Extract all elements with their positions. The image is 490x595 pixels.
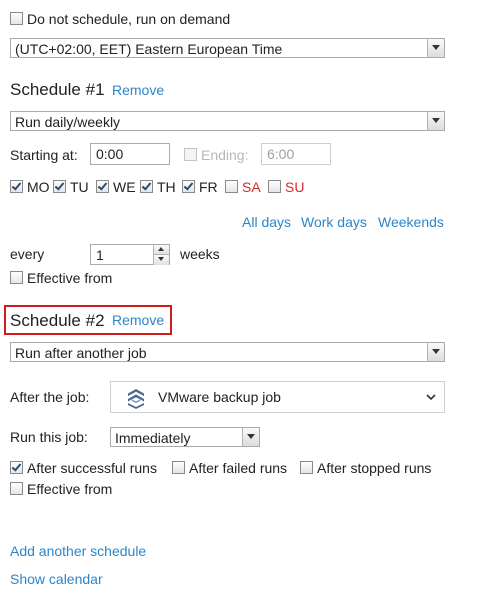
starting-at-input[interactable]: 0:00 — [90, 143, 170, 165]
every-stepper[interactable]: 1 — [90, 244, 170, 265]
ending-input[interactable]: 6:00 — [261, 143, 331, 165]
schedule-2-type-select[interactable]: Run after another job — [10, 342, 445, 362]
on-demand-label: Do not schedule, run on demand — [27, 11, 231, 27]
chevron-down-icon — [426, 394, 436, 401]
stepper-down-icon[interactable] — [153, 255, 169, 265]
schedule-2-remove-link[interactable]: Remove — [112, 312, 164, 328]
on-demand-checkbox[interactable] — [10, 12, 23, 25]
after-job-value: VMware backup job — [158, 389, 281, 405]
after-successful-checkbox[interactable] — [10, 461, 23, 474]
every-unit-label: weeks — [180, 246, 220, 262]
schedule-1-remove-link[interactable]: Remove — [112, 82, 164, 98]
day-sa-label: SA — [242, 179, 261, 195]
work-days-link[interactable]: Work days — [301, 214, 367, 230]
day-fr-checkbox[interactable] — [182, 180, 195, 193]
stepper-up-icon[interactable] — [153, 245, 169, 255]
after-job-select[interactable]: VMware backup job — [110, 381, 445, 413]
weekends-link[interactable]: Weekends — [378, 214, 444, 230]
day-tu-checkbox[interactable] — [53, 180, 66, 193]
vmware-job-icon — [128, 389, 144, 409]
schedule-1-type-value: Run daily/weekly — [15, 114, 121, 130]
timezone-select[interactable]: (UTC+02:00, EET) Eastern European Time — [10, 38, 445, 58]
schedule-1-effective-from-label: Effective from — [27, 270, 113, 286]
after-failed-checkbox[interactable] — [172, 461, 185, 474]
run-this-value: Immediately — [115, 430, 191, 446]
day-th-label: TH — [157, 179, 176, 195]
every-label: every — [10, 246, 45, 262]
run-this-label: Run this job: — [10, 429, 88, 445]
after-stopped-label: After stopped runs — [317, 460, 432, 476]
show-calendar-link[interactable]: Show calendar — [10, 571, 103, 587]
day-sa-checkbox[interactable] — [225, 180, 238, 193]
every-value: 1 — [96, 247, 104, 263]
chevron-down-icon — [427, 39, 444, 57]
schedule-1-effective-from-checkbox[interactable] — [10, 271, 23, 284]
day-we-checkbox[interactable] — [96, 180, 109, 193]
after-successful-label: After successful runs — [27, 460, 157, 476]
day-th-checkbox[interactable] — [140, 180, 153, 193]
all-days-link[interactable]: All days — [242, 214, 291, 230]
schedule-2-effective-from-label: Effective from — [27, 481, 113, 497]
after-stopped-checkbox[interactable] — [300, 461, 313, 474]
schedule-1-title: Schedule #1 — [10, 80, 105, 99]
day-fr-label: FR — [199, 179, 218, 195]
day-we-label: WE — [113, 179, 136, 195]
chevron-down-icon — [242, 428, 259, 446]
schedule-1-type-select[interactable]: Run daily/weekly — [10, 111, 445, 131]
chevron-down-icon — [427, 112, 444, 130]
after-failed-label: After failed runs — [189, 460, 288, 476]
schedule-2-type-value: Run after another job — [15, 345, 147, 361]
schedule-2-effective-from-checkbox[interactable] — [10, 482, 23, 495]
ending-checkbox[interactable] — [184, 148, 197, 161]
ending-label: Ending: — [201, 147, 249, 163]
timezone-value: (UTC+02:00, EET) Eastern European Time — [15, 41, 283, 57]
add-another-schedule-link[interactable]: Add another schedule — [10, 543, 146, 559]
starting-at-label: Starting at: — [10, 147, 78, 163]
chevron-down-icon — [427, 343, 444, 361]
day-mo-label: MO — [27, 179, 50, 195]
day-su-checkbox[interactable] — [268, 180, 281, 193]
day-mo-checkbox[interactable] — [10, 180, 23, 193]
day-tu-label: TU — [70, 179, 89, 195]
run-this-select[interactable]: Immediately — [110, 427, 260, 447]
schedule-2-title: Schedule #2 — [10, 311, 105, 330]
after-job-label: After the job: — [10, 389, 90, 405]
day-su-label: SU — [285, 179, 305, 195]
